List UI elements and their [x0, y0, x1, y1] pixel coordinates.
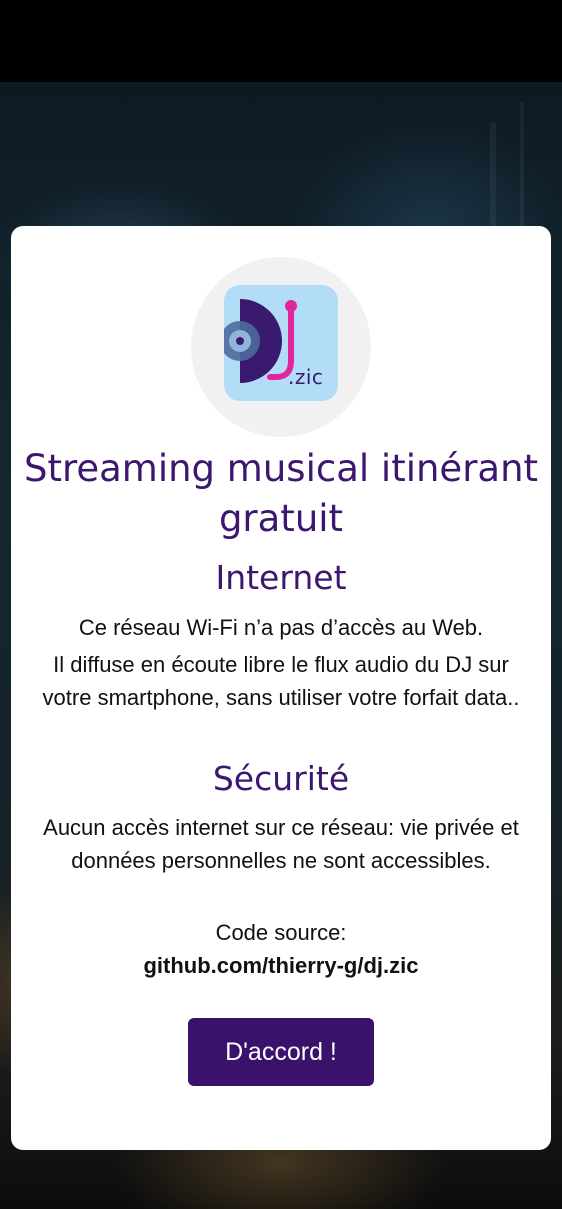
security-line1: Aucun accès internet sur ce réseau: vie … [43, 815, 519, 873]
security-heading: Sécurité [212, 759, 350, 798]
source-label: Code source: [215, 920, 347, 945]
screen: .zic Streaming musical itinérant gratuit… [0, 0, 562, 1209]
ok-button[interactable]: D'accord ! [188, 1018, 374, 1086]
source-block: Code source: github.com/thierry-g/dj.zic [41, 916, 521, 982]
status-bar [0, 0, 562, 82]
internet-heading: Internet [215, 558, 347, 597]
logo-text: .zic [288, 365, 324, 389]
internet-line1: Ce réseau Wi-Fi n’a pas d’accès au Web. [78, 615, 484, 640]
dialog-title: Streaming musical itinérant gratuit [23, 447, 539, 540]
source-link[interactable]: github.com/thierry-g/dj.zic [41, 949, 521, 982]
logo-circle: .zic [191, 257, 371, 437]
internet-line2: Il diffuse en écoute libre le flux audio… [42, 652, 520, 710]
dj-zic-logo-icon: .zic [224, 285, 338, 401]
welcome-dialog: .zic Streaming musical itinérant gratuit… [11, 226, 551, 1150]
